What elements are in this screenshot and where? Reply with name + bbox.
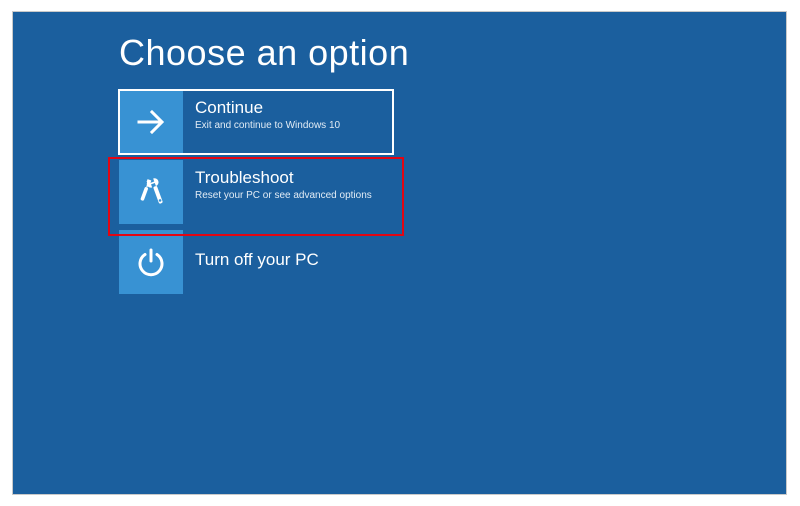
option-continue[interactable]: Continue Exit and continue to Windows 10: [119, 90, 393, 154]
option-text: Troubleshoot Reset your PC or see advanc…: [183, 160, 382, 202]
page-title: Choose an option: [119, 32, 409, 74]
tools-icon: [119, 160, 183, 224]
option-turn-off[interactable]: Turn off your PC: [119, 230, 393, 294]
option-troubleshoot[interactable]: Troubleshoot Reset your PC or see advanc…: [119, 160, 393, 224]
option-desc: Reset your PC or see advanced options: [195, 190, 372, 202]
option-title: Continue: [195, 98, 340, 118]
options-list: Continue Exit and continue to Windows 10: [119, 90, 393, 300]
option-title: Troubleshoot: [195, 168, 372, 188]
option-text: Turn off your PC: [183, 230, 329, 272]
option-text: Continue Exit and continue to Windows 10: [183, 90, 350, 132]
option-desc: Exit and continue to Windows 10: [195, 120, 340, 132]
option-title: Turn off your PC: [195, 250, 319, 270]
power-icon: [119, 230, 183, 294]
winre-screen: Choose an option Continue Exit and conti…: [12, 11, 787, 495]
arrow-right-icon: [119, 90, 183, 154]
